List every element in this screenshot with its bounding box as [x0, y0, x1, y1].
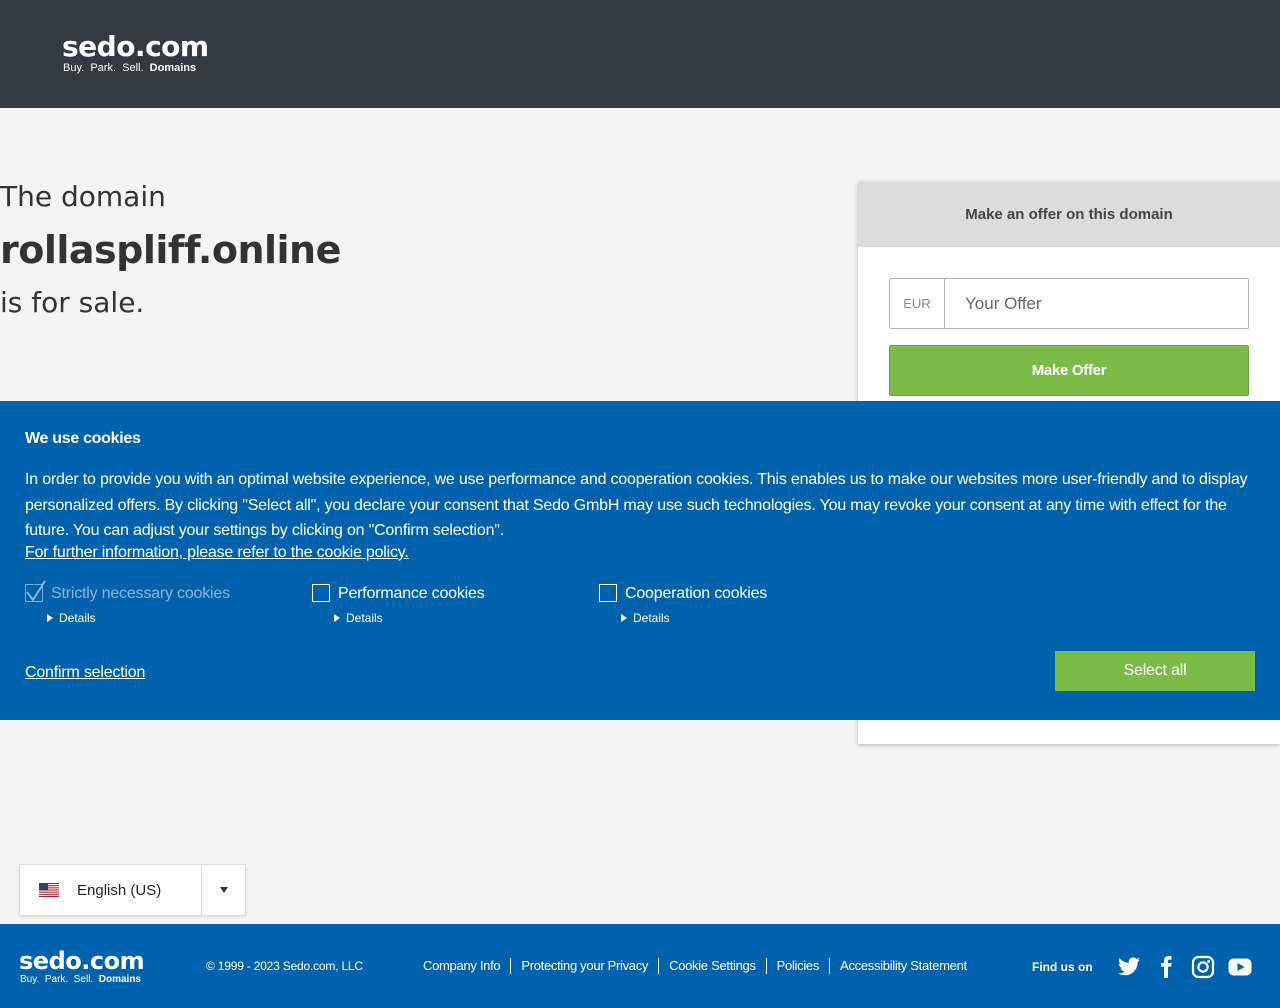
tagline-sell: Sell.	[73, 974, 94, 985]
tagline-park: Park.	[90, 62, 117, 74]
performance-checkbox[interactable]	[312, 584, 330, 602]
necessary-checkbox	[25, 580, 46, 602]
performance-details-toggle[interactable]: Details	[334, 611, 383, 625]
top-header: sedo.com Buy. Park. Sell. Domains	[0, 0, 1280, 108]
tagline-domains: Domains	[149, 62, 197, 74]
footer-link-cookie-settings[interactable]: Cookie Settings	[658, 958, 766, 974]
select-all-button[interactable]: Select all	[1055, 651, 1255, 691]
offer-amount-input[interactable]	[945, 279, 1248, 328]
logo-wordmark: sedo.com	[62, 30, 209, 63]
cookie-policy-link[interactable]: For further information, please refer to…	[25, 544, 409, 562]
youtube-icon[interactable]	[1228, 955, 1252, 979]
footer-logo-tagline: Buy. Park. Sell. Domains	[20, 974, 144, 985]
offer-input-group: EUR	[889, 278, 1249, 329]
chevron-down-icon	[219, 887, 228, 893]
footer-link-privacy[interactable]: Protecting your Privacy	[510, 958, 658, 974]
instagram-icon[interactable]	[1191, 955, 1215, 979]
cooperation-details-toggle[interactable]: Details	[621, 611, 670, 625]
performance-label[interactable]: Performance cookies	[338, 585, 485, 603]
offer-card-heading: Make an offer on this domain	[858, 182, 1280, 247]
footer-sedo-logo[interactable]: sedo.com Buy. Park. Sell. Domains	[19, 947, 145, 986]
domain-name: rollaspliff.online	[0, 228, 341, 272]
currency-label: EUR	[890, 279, 945, 328]
hero-for-sale: is for sale.	[0, 286, 145, 319]
language-label: English (US)	[77, 881, 162, 899]
tagline-buy: Buy.	[63, 62, 85, 74]
expand-triangle-icon	[334, 614, 340, 622]
necessary-label: Strictly necessary cookies	[51, 585, 230, 602]
footer-link-company-info[interactable]: Company Info	[413, 958, 510, 974]
footer-logo-wordmark: sedo.com	[19, 947, 145, 975]
expand-triangle-icon	[621, 614, 627, 622]
expand-triangle-icon	[47, 614, 53, 622]
cookie-banner: We use cookies In order to provide you w…	[0, 401, 1280, 720]
twitter-icon[interactable]	[1117, 955, 1141, 979]
footer: sedo.com Buy. Park. Sell. Domains © 1999…	[0, 924, 1280, 1008]
footer-links: Company Info Protecting your Privacy Coo…	[413, 958, 977, 974]
cooperation-label[interactable]: Cooperation cookies	[625, 585, 767, 603]
footer-link-accessibility[interactable]: Accessibility Statement	[829, 958, 977, 974]
language-select[interactable]: English (US)	[19, 864, 246, 916]
facebook-icon[interactable]	[1154, 955, 1178, 979]
necessary-details-toggle[interactable]: Details	[47, 611, 96, 625]
hero-intro: The domain	[0, 180, 166, 213]
cooperation-checkbox[interactable]	[599, 584, 617, 602]
tagline-buy: Buy.	[20, 974, 40, 985]
copyright: © 1999 - 2023 Sedo.com, LLC	[206, 959, 363, 973]
make-offer-button[interactable]: Make Offer	[889, 345, 1249, 396]
tagline-sell: Sell.	[122, 62, 144, 74]
cookie-description: In order to provide you with an optimal …	[25, 471, 1248, 539]
us-flag-icon	[39, 883, 59, 897]
cookie-title: We use cookies	[25, 430, 141, 447]
confirm-selection-link[interactable]: Confirm selection	[25, 664, 145, 682]
details-label: Details	[633, 611, 670, 625]
details-label: Details	[346, 611, 383, 625]
logo-tagline: Buy. Park. Sell. Domains	[63, 62, 209, 74]
language-dropdown-caret[interactable]	[201, 865, 245, 915]
find-us-label: Find us on	[1032, 960, 1093, 974]
checkmark-icon	[26, 580, 46, 602]
footer-link-policies[interactable]: Policies	[765, 958, 829, 974]
details-label: Details	[59, 611, 96, 625]
tagline-domains: Domains	[98, 974, 141, 985]
sedo-logo[interactable]: sedo.com Buy. Park. Sell. Domains	[62, 30, 209, 75]
tagline-park: Park.	[44, 974, 69, 985]
